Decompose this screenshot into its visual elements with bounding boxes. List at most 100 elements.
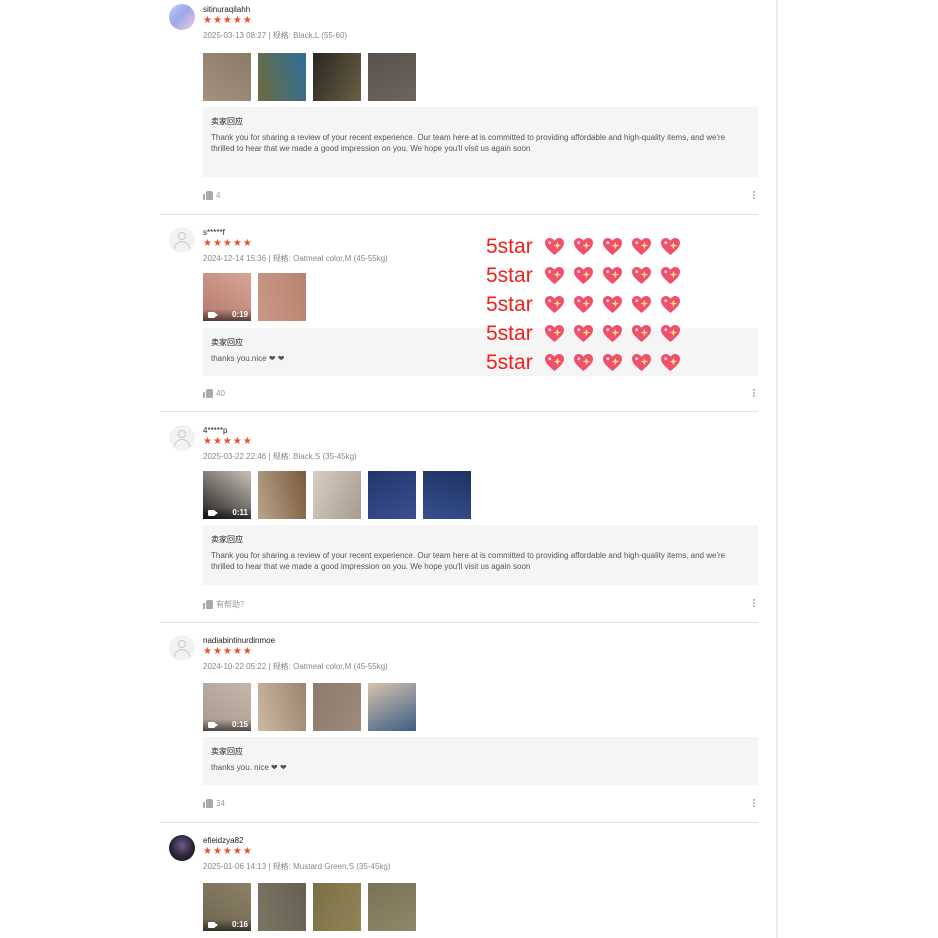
sparkling-heart-icon bbox=[602, 237, 623, 256]
video-duration: 0:19 bbox=[231, 310, 248, 319]
review-photo-thumbnail[interactable] bbox=[258, 683, 306, 731]
review-photo-thumbnail[interactable] bbox=[313, 471, 361, 519]
review-meta: 2024-10-22 05:22 | 规格: Oatmeal color,M (… bbox=[203, 662, 388, 671]
sparkling-heart-icon bbox=[573, 295, 594, 314]
divider bbox=[160, 822, 758, 823]
helpful-button[interactable]: 34 bbox=[203, 799, 225, 808]
sparkling-heart-icon bbox=[602, 295, 623, 314]
more-options-icon[interactable] bbox=[753, 599, 755, 608]
review-photo-thumbnail[interactable] bbox=[368, 471, 416, 519]
reviewer-username: nadiabintinurdinmoe bbox=[203, 636, 276, 645]
review-photo-thumbnail[interactable] bbox=[313, 883, 361, 931]
avatar[interactable] bbox=[169, 635, 195, 661]
seller-reply-text: Thank you for sharing a review of your r… bbox=[211, 133, 726, 153]
sparkling-heart-icon bbox=[602, 324, 623, 343]
review-media: 0:16 bbox=[203, 883, 416, 931]
review-video-thumbnail[interactable]: 0:19 bbox=[203, 273, 251, 321]
helpful-button[interactable]: 4 bbox=[203, 191, 220, 200]
sparkling-heart-icon bbox=[544, 353, 565, 372]
seller-reply: 卖家回应 Thank you for sharing a review of y… bbox=[203, 107, 758, 177]
seller-reply-text: thanks you. nice ❤ ❤ bbox=[211, 763, 287, 772]
sparkling-heart-icon bbox=[544, 324, 565, 343]
avatar[interactable] bbox=[169, 425, 195, 451]
reviewer-username: 4*****p bbox=[203, 426, 228, 435]
sparkling-heart-icon bbox=[544, 237, 565, 256]
seller-reply-text: Thank you for sharing a review of your r… bbox=[211, 551, 726, 571]
more-options-icon[interactable] bbox=[753, 389, 755, 398]
avatar[interactable] bbox=[169, 4, 195, 30]
reviewer-username: s*****f bbox=[203, 228, 225, 237]
rating-stars: ★★★★★ bbox=[203, 646, 253, 657]
review-photo-thumbnail[interactable] bbox=[258, 883, 306, 931]
sparkling-heart-icon bbox=[660, 295, 681, 314]
review-photo-thumbnail[interactable] bbox=[368, 53, 416, 101]
sparkling-heart-icon bbox=[660, 324, 681, 343]
sparkling-heart-icon bbox=[602, 353, 623, 372]
video-duration-badge: 0:19 bbox=[203, 309, 251, 321]
sticker-label: 5star bbox=[486, 351, 533, 374]
sparkling-heart-icon bbox=[631, 324, 652, 343]
review-photo-thumbnail[interactable] bbox=[313, 683, 361, 731]
sticker-label: 5star bbox=[486, 322, 533, 345]
sparkling-heart-icon bbox=[660, 266, 681, 285]
review-photo-thumbnail[interactable] bbox=[258, 53, 306, 101]
rating-stars: ★★★★★ bbox=[203, 846, 253, 857]
video-camera-icon bbox=[208, 722, 218, 728]
review-photo-thumbnail[interactable] bbox=[313, 53, 361, 101]
review-photo-thumbnail[interactable] bbox=[203, 53, 251, 101]
review-media: 0:11 bbox=[203, 471, 471, 519]
sparkling-heart-icon bbox=[573, 266, 594, 285]
review-media bbox=[203, 53, 416, 101]
review-meta: 2024-12-14 15:36 | 规格: Oatmeal color,M (… bbox=[203, 254, 388, 263]
video-duration: 0:16 bbox=[231, 920, 248, 929]
review-photo-thumbnail[interactable] bbox=[423, 471, 471, 519]
more-options-icon[interactable] bbox=[753, 191, 755, 200]
sticker-row: 5star bbox=[486, 319, 689, 348]
video-camera-icon bbox=[208, 922, 218, 928]
review-meta: 2025-01-06 14:13 | 规格: Mustard Green,S (… bbox=[203, 862, 391, 871]
review-video-thumbnail[interactable]: 0:11 bbox=[203, 471, 251, 519]
avatar[interactable] bbox=[169, 227, 195, 253]
video-duration: 0:15 bbox=[231, 720, 248, 729]
sparkling-heart-icon bbox=[573, 353, 594, 372]
helpful-button[interactable]: 有帮助？ bbox=[203, 599, 248, 610]
sparkling-heart-icon bbox=[631, 353, 652, 372]
rating-stars: ★★★★★ bbox=[203, 15, 253, 26]
video-duration-badge: 0:16 bbox=[203, 919, 251, 931]
sticker-label: 5star bbox=[486, 293, 533, 316]
thumbs-up-icon bbox=[203, 799, 213, 808]
review-meta: 2025-03-22 22:46 | 规格: Black,S (35-45kg) bbox=[203, 452, 357, 461]
seller-reply-title: 卖家回应 bbox=[211, 117, 243, 126]
avatar[interactable] bbox=[169, 835, 195, 861]
review-media: 0:19 bbox=[203, 273, 306, 321]
more-options-icon[interactable] bbox=[753, 799, 755, 808]
sparkling-heart-icon bbox=[631, 266, 652, 285]
helpful-button[interactable]: 40 bbox=[203, 389, 225, 398]
video-camera-icon bbox=[208, 312, 218, 318]
like-count: 40 bbox=[216, 389, 225, 398]
reviewer-username: sitinuraqilahh bbox=[203, 5, 251, 14]
review-photo-thumbnail[interactable] bbox=[258, 273, 306, 321]
sticker-row: 5star bbox=[486, 232, 689, 261]
divider bbox=[160, 622, 758, 623]
sparkling-heart-icon bbox=[573, 324, 594, 343]
five-star-sticker-overlay: 5star 5star 5star 5star 5star bbox=[486, 232, 689, 377]
review-photo-thumbnail[interactable] bbox=[258, 471, 306, 519]
sparkling-heart-icon bbox=[544, 266, 565, 285]
seller-reply-title: 卖家回应 bbox=[211, 747, 243, 756]
sticker-row: 5star bbox=[486, 261, 689, 290]
thumbs-up-icon bbox=[203, 600, 213, 609]
review-photo-thumbnail[interactable] bbox=[368, 883, 416, 931]
thumbs-up-icon bbox=[203, 389, 213, 398]
video-duration-badge: 0:15 bbox=[203, 719, 251, 731]
divider bbox=[160, 214, 758, 215]
thumbs-up-icon bbox=[203, 191, 213, 200]
review-photo-thumbnail[interactable] bbox=[368, 683, 416, 731]
review-video-thumbnail[interactable]: 0:16 bbox=[203, 883, 251, 931]
sparkling-heart-icon bbox=[573, 237, 594, 256]
video-duration: 0:11 bbox=[232, 508, 248, 517]
seller-reply: 卖家回应 thanks you. nice ❤ ❤ bbox=[203, 737, 758, 785]
sticker-row: 5star bbox=[486, 348, 689, 377]
video-camera-icon bbox=[208, 510, 218, 516]
review-video-thumbnail[interactable]: 0:15 bbox=[203, 683, 251, 731]
